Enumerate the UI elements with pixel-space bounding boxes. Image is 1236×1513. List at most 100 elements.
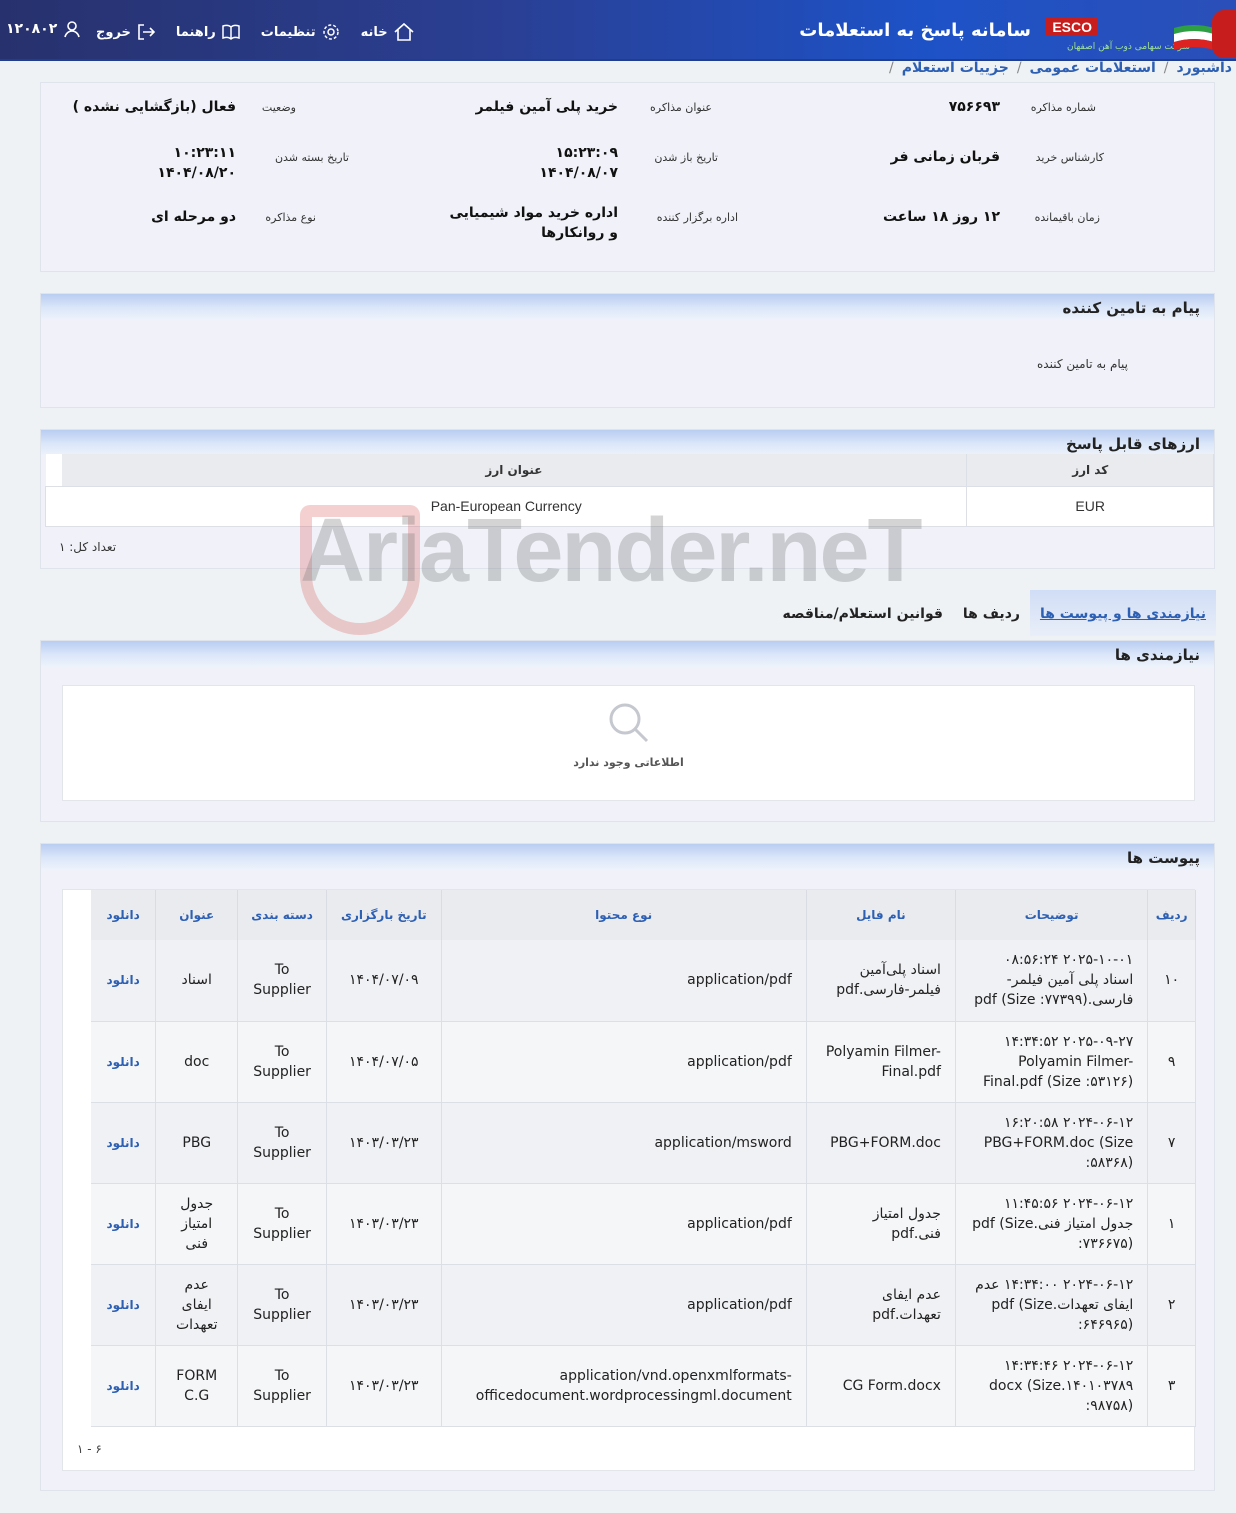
attachment-filename: CG Form.docx: [806, 1345, 956, 1427]
book-icon: [222, 24, 240, 41]
negotiation-type-value: دو مرحله ای: [151, 209, 236, 225]
header-label[interactable]: عنوان: [155, 890, 239, 940]
attachments-table: دانلود عنوان دسته بندی تاریخ بارگزاری نو…: [63, 890, 1196, 1427]
logout-icon: [138, 24, 156, 40]
attachment-category: To Supplier: [237, 1183, 327, 1265]
currencies-total: تعداد کل: ۱: [59, 540, 117, 554]
supplier-message-title: پیام به تامین کننده: [41, 294, 1214, 320]
table-spacer: [63, 1183, 91, 1264]
tab-requirements-attachments[interactable]: نیازمندی ها و پیوست ها: [1029, 590, 1216, 636]
table-row: دانلود اسناد To Supplier ۱۴۰۴/۰۷/۰۹ applicat…: [63, 940, 1196, 1022]
attachment-label: PBG: [155, 1102, 239, 1184]
attachment-description: ۲۰۲۴-۰۶-۱۲ ۱۶:۲۰:۵۸ PBG+FORM.doc (Size :…: [955, 1102, 1149, 1184]
currency-code-cell: EUR: [966, 485, 1214, 527]
table-spacer: [63, 1264, 91, 1345]
attachment-mime: application/pdf: [441, 940, 807, 1022]
attachments-rows: دانلود اسناد To Supplier ۱۴۰۴/۰۷/۰۹ applicat…: [63, 940, 1196, 1427]
header-category[interactable]: دسته بندی: [237, 890, 327, 940]
attachment-filename: عدم ایفای تعهدات.pdf: [806, 1264, 956, 1346]
inquiry-summary: شماره مذاکره ۷۵۶۶۹۳ عنوان مذاکره خرید پل…: [40, 82, 1215, 272]
tab-rows[interactable]: ردیف ها: [953, 590, 1030, 636]
nav-home[interactable]: خانه: [361, 22, 415, 42]
attachment-row-number: ۳: [1147, 1345, 1196, 1427]
negotiation-title-label: عنوان مذاکره: [650, 101, 712, 114]
nav-logout[interactable]: خروج: [96, 22, 156, 42]
download-link[interactable]: دانلود: [91, 1021, 157, 1103]
header-row[interactable]: ردیف: [1147, 890, 1196, 940]
gear-icon: [322, 24, 339, 40]
header-download[interactable]: دانلود: [91, 890, 157, 940]
breadcrumb-separator: /: [1163, 60, 1169, 76]
attachments-table-wrap: دانلود عنوان دسته بندی تاریخ بارگزاری نو…: [62, 889, 1196, 1471]
attachment-mime: application/pdf: [441, 1183, 807, 1265]
nav-help[interactable]: راهنما: [176, 22, 241, 42]
nav-settings[interactable]: تنظیمات: [261, 22, 341, 42]
attachment-mime: application/vnd.openxmlformats-officedoc…: [441, 1345, 807, 1427]
breadcrumb-public-inquiries[interactable]: استعلامات عمومی: [1030, 60, 1156, 82]
download-link[interactable]: دانلود: [91, 1264, 157, 1346]
open-date-label: تاریخ باز شدن: [654, 151, 718, 164]
attachment-filename: PBG+FORM.doc: [806, 1102, 956, 1184]
user-info[interactable]: ۱۲۰۸۰۲: [6, 20, 81, 38]
attachment-row-number: ۱۰: [1147, 940, 1196, 1022]
close-time-value: ۱۰:۲۳:۱۱: [173, 145, 236, 161]
status-value: فعال (بازگشایی نشده ): [72, 99, 236, 115]
attachment-description: ۲۰۲۴-۰۶-۱۲ ۱۱:۴۵:۵۶ جدول امتیاز فنی.pdf …: [955, 1183, 1149, 1265]
header-filename[interactable]: نام فایل: [806, 890, 956, 940]
breadcrumb-dashboard[interactable]: داشبورد: [1177, 60, 1233, 82]
attachment-upload-date: ۱۴۰۴/۰۷/۰۹: [326, 940, 442, 1022]
attachment-description: ۲۰۲۴-۰۶-۱۲ ۱۴:۳۴:۴۶ docx (Size.۱۴۰۱۰۳۷۸۹…: [955, 1345, 1149, 1427]
currency-code-header: کد ارز: [966, 454, 1214, 486]
iran-flag-icon: [1174, 25, 1214, 50]
nav-logout-label: خروج: [96, 24, 131, 40]
breadcrumb-separator: /: [1016, 60, 1022, 76]
user-code: ۱۲۰۸۰۲: [6, 21, 58, 37]
watermark: AriaTender.neT: [300, 501, 923, 601]
home-icon: [394, 22, 414, 41]
attachment-category: To Supplier: [237, 1345, 327, 1427]
currencies-title: ارزهای قابل پاسخ: [41, 430, 1214, 456]
download-link[interactable]: دانلود: [91, 940, 157, 1022]
attachment-row-number: ۲: [1147, 1264, 1196, 1346]
top-nav: خروج راهنما تنظیمات خانه: [96, 22, 415, 42]
header-upload-date[interactable]: تاریخ بارگزاری: [326, 890, 442, 940]
attachment-upload-date: ۱۴۰۳/۰۳/۲۳: [326, 1102, 442, 1184]
download-link[interactable]: دانلود: [91, 1183, 157, 1265]
attachment-upload-date: ۱۴۰۴/۰۷/۰۵: [326, 1021, 442, 1103]
nav-settings-label: تنظیمات: [260, 24, 316, 40]
table-row: دانلود FORM C.G To Supplier ۱۴۰۳/۰۳/۲۳ appli…: [63, 1345, 1196, 1427]
nav-help-label: راهنما: [175, 24, 216, 40]
negotiation-number-value: ۷۵۶۶۹۳: [948, 99, 1000, 115]
table-spacer: [63, 1345, 91, 1426]
table-spacer: [63, 1102, 91, 1183]
attachment-category: To Supplier: [237, 940, 327, 1022]
empty-state: اطلاعاتی وجود ندارد: [62, 685, 1195, 801]
buyer-expert-value: قربان زمانی فر: [890, 149, 1000, 165]
attachment-label: اسناد: [155, 940, 239, 1022]
download-link[interactable]: دانلود: [91, 1345, 157, 1427]
tab-rules[interactable]: قوانین استعلام/مناقصه: [772, 590, 952, 636]
buyer-expert-label: کارشناس خرید: [1035, 151, 1104, 164]
close-date-label: تاریخ بسته شدن: [274, 151, 349, 164]
remaining-time-label: زمان باقیمانده: [1034, 211, 1100, 224]
attachment-upload-date: ۱۴۰۳/۰۳/۲۳: [326, 1183, 442, 1265]
attachment-label: عدم ایفای تعهدات: [155, 1264, 239, 1346]
organizer-label: اداره برگزار کننده: [656, 211, 738, 224]
status-label: وضعیت: [261, 101, 296, 114]
header-description[interactable]: توضیحات: [955, 890, 1149, 940]
attachments-title: پیوست ها: [41, 844, 1214, 870]
table-spacer: [63, 940, 91, 1021]
attachment-category: To Supplier: [237, 1102, 327, 1184]
attachment-label: جدول امتیاز فنی: [155, 1183, 239, 1265]
nav-home-label: خانه: [360, 24, 388, 40]
header-mime[interactable]: نوع محتوا: [441, 890, 807, 940]
attachment-row-number: ۱: [1147, 1183, 1196, 1265]
breadcrumb-inquiry-details[interactable]: جزییات استعلام: [902, 60, 1009, 82]
requirements-title: نیازمندی ها: [41, 641, 1214, 667]
attachment-upload-date: ۱۴۰۳/۰۳/۲۳: [326, 1264, 442, 1346]
download-link[interactable]: دانلود: [91, 1102, 157, 1184]
attachment-filename: اسناد پلی‌آمین فیلمر-فارسی.pdf: [806, 940, 956, 1022]
open-time-value: ۱۵:۲۳:۰۹: [555, 145, 618, 161]
negotiation-type-label: نوع مذاکره: [265, 211, 316, 224]
table-row: دانلود PBG To Supplier ۱۴۰۳/۰۳/۲۳ applicatio…: [63, 1102, 1196, 1184]
